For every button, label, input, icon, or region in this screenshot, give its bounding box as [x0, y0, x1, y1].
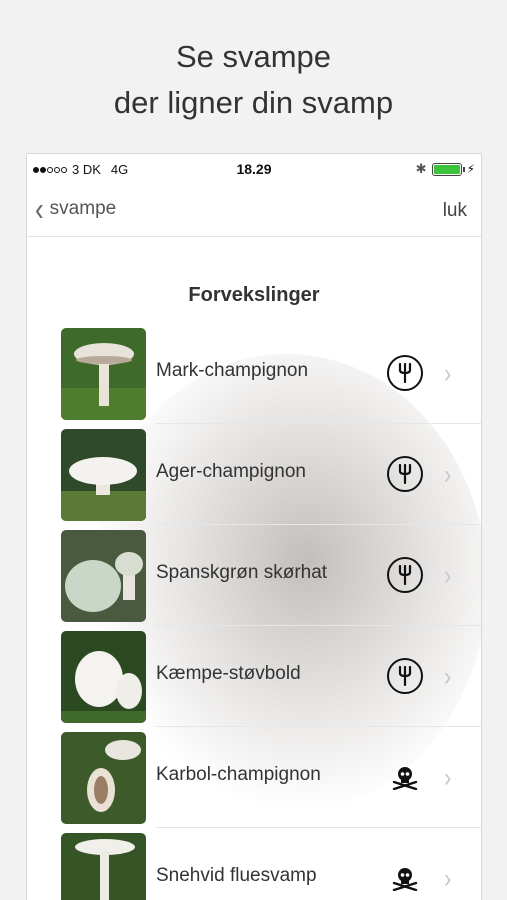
mushroom-thumbnail — [61, 833, 146, 900]
bluetooth-icon: ✱ — [415, 161, 427, 176]
poison-skull-icon — [390, 763, 420, 793]
item-name: Mark-champignon — [156, 360, 309, 381]
chevron-right-icon: › — [444, 661, 452, 692]
edible-fork-icon — [387, 658, 423, 694]
phone-screen: 3 DK 4G 18.29 ✱ ⚡ ‹ svampe luk Forveksli… — [26, 153, 482, 900]
edible-fork-icon — [387, 456, 423, 492]
list-item[interactable]: Spanskgrøn skørhat › — [27, 527, 481, 628]
chevron-right-icon: › — [444, 459, 452, 490]
list-item[interactable]: Karbol-champignon › — [27, 729, 481, 830]
edible-fork-icon — [387, 557, 423, 593]
item-name: Spanskgrøn skørhat — [156, 562, 328, 583]
list-item[interactable]: Ager-champignon › — [27, 426, 481, 527]
edible-fork-icon — [387, 355, 423, 391]
clock: 18.29 — [236, 161, 272, 177]
chevron-right-icon: › — [444, 560, 452, 591]
promo-headline: Se svampe der ligner din svamp — [0, 34, 507, 126]
list-item[interactable]: Kæmpe-støvbold › — [27, 628, 481, 729]
status-bar: 3 DK 4G 18.29 ✱ ⚡ — [27, 154, 481, 184]
chevron-right-icon: › — [444, 762, 452, 793]
section-title: Forvekslinger — [188, 284, 320, 306]
poison-skull-icon — [390, 864, 420, 894]
charging-icon: ⚡ — [466, 162, 475, 176]
mushroom-thumbnail — [61, 732, 146, 824]
close-button[interactable]: luk — [443, 200, 467, 222]
headline-line-1: Se svampe — [175, 39, 332, 74]
mushroom-thumbnail — [61, 429, 146, 521]
headline-line-2: der ligner din svamp — [113, 85, 394, 120]
list-item[interactable]: Snehvid fluesvamp › — [27, 830, 481, 900]
chevron-right-icon: › — [444, 358, 452, 389]
lookalike-list: Mark-champignon › Ager-champignon › Span… — [27, 325, 481, 900]
navigation-bar: ‹ svampe luk — [27, 184, 481, 237]
item-name: Kæmpe-støvbold — [156, 663, 301, 684]
item-name: Ager-champignon — [156, 461, 306, 482]
back-button[interactable]: ‹ svampe — [35, 189, 117, 229]
item-name: Snehvid fluesvamp — [156, 865, 317, 886]
mushroom-thumbnail — [61, 328, 146, 420]
item-name: Karbol-champignon — [156, 764, 321, 785]
mushroom-thumbnail — [61, 631, 146, 723]
back-label: svampe — [49, 198, 117, 219]
battery-icon — [431, 162, 465, 176]
chevron-right-icon: › — [444, 863, 452, 894]
list-item[interactable]: Mark-champignon › — [27, 325, 481, 426]
chevron-left-icon: ‹ — [35, 189, 44, 229]
mushroom-thumbnail — [61, 530, 146, 622]
